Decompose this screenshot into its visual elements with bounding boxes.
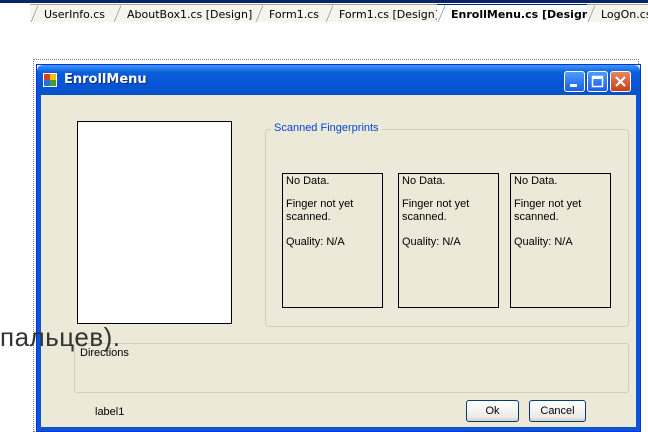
tab-enrollmenu-design[interactable]: EnrollMenu.cs [Design] [437,4,603,24]
close-icon [615,76,626,87]
fingerprint-quality: Quality: N/A [286,236,345,248]
minimize-icon [570,84,577,87]
minimize-button[interactable] [564,71,585,92]
tab-form1[interactable]: Form1.cs [255,4,327,24]
directions-box[interactable]: Directions [74,343,629,393]
form-title-bar[interactable]: EnrollMenu [37,65,640,95]
overlay-caption-text: пальцев). [0,322,121,352]
fingerprint-picture-box[interactable] [77,121,232,324]
fingerprint-message: Finger not yet scanned. [402,198,470,223]
fingerprint-status: No Data. [286,175,330,187]
enrollmenu-form[interactable]: EnrollMenu Scanned Fingerprints No Data.… [36,64,641,432]
tab-aboutbox1-design[interactable]: AboutBox1.cs [Design] [113,4,261,24]
designer-surface[interactable]: EnrollMenu Scanned Fingerprints No Data.… [0,22,648,432]
fingerprint-message: Finger not yet scanned. [514,198,582,223]
form-window-icon [43,73,57,87]
form-right-border [636,95,640,429]
fingerprint-panel-1[interactable]: No Data. Finger not yet scanned. Quality… [282,173,383,308]
form-bottom-border [37,427,640,431]
close-button[interactable] [610,71,631,92]
maximize-icon [591,75,604,88]
document-tab-strip: UserInfo.cs AboutBox1.cs [Design] Form1.… [0,0,648,25]
fingerprint-panel-2[interactable]: No Data. Finger not yet scanned. Quality… [398,173,499,308]
tab-form1-design[interactable]: Form1.cs [Design] [325,4,448,24]
maximize-button[interactable] [587,71,608,92]
tab-userinfo[interactable]: UserInfo.cs [30,4,113,24]
fingerprint-message: Finger not yet scanned. [286,198,354,223]
fingerprint-quality: Quality: N/A [402,236,461,248]
fingerprint-panel-3[interactable]: No Data. Finger not yet scanned. Quality… [510,173,611,308]
fingerprint-quality: Quality: N/A [514,236,573,248]
label1: label1 [95,406,125,418]
group-title: Scanned Fingerprints [271,122,382,134]
fingerprint-status: No Data. [402,175,446,187]
tab-logon[interactable]: LogOn.cs [587,4,648,24]
form-title: EnrollMenu [64,72,147,87]
form-client-area: Scanned Fingerprints No Data. Finger not… [41,95,636,427]
fingerprint-status: No Data. [514,175,558,187]
